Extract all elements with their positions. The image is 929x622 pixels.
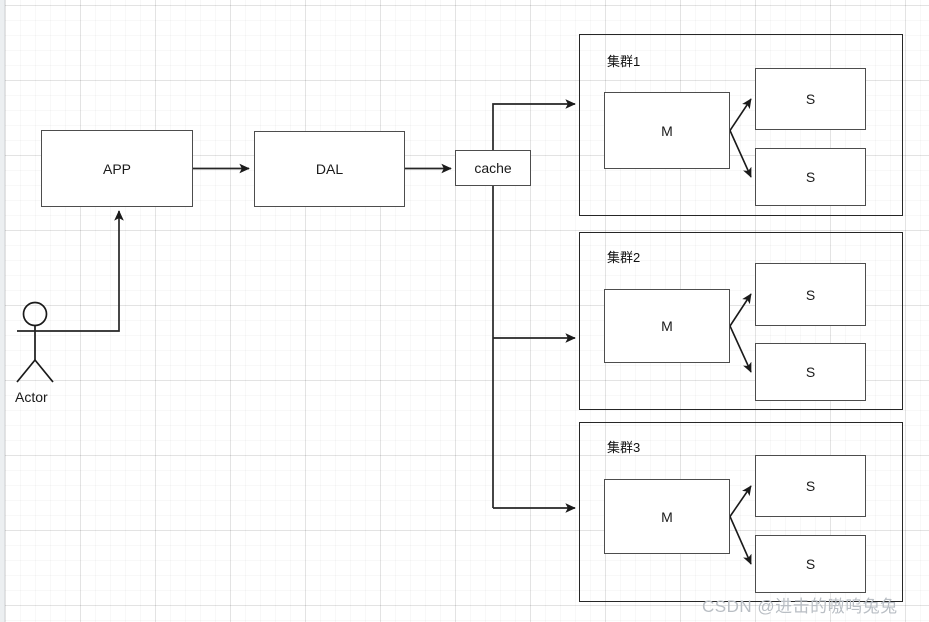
cluster-3-slave-2[interactable]: S bbox=[755, 535, 866, 593]
cluster-2-slave-1[interactable]: S bbox=[755, 263, 866, 326]
node-cache[interactable]: cache bbox=[455, 150, 531, 186]
actor-figure bbox=[16, 301, 54, 383]
node-dal[interactable]: DAL bbox=[254, 131, 405, 207]
cluster-label-3: 集群3 bbox=[607, 440, 641, 455]
cluster-label-1: 集群1 bbox=[607, 54, 641, 69]
cluster-1-slave-2[interactable]: S bbox=[755, 148, 866, 206]
cluster-label-2: 集群2 bbox=[607, 250, 641, 265]
cluster-2-slave-2[interactable]: S bbox=[755, 343, 866, 401]
cluster-3-master[interactable]: M bbox=[604, 479, 730, 554]
cluster-1-slave-1[interactable]: S bbox=[755, 68, 866, 130]
cluster-2-master[interactable]: M bbox=[604, 289, 730, 363]
cluster-1-master[interactable]: M bbox=[604, 92, 730, 169]
actor-label: Actor bbox=[15, 389, 48, 405]
node-app[interactable]: APP bbox=[41, 130, 193, 207]
diagram-canvas: Actor APP DAL cache 集群1 M S S 集群2 M S S … bbox=[0, 0, 929, 622]
connector-actor-to-app bbox=[17, 210, 124, 332]
cluster-3-slave-1[interactable]: S bbox=[755, 455, 866, 517]
connector-cache-to-cluster1 bbox=[492, 99, 576, 150]
